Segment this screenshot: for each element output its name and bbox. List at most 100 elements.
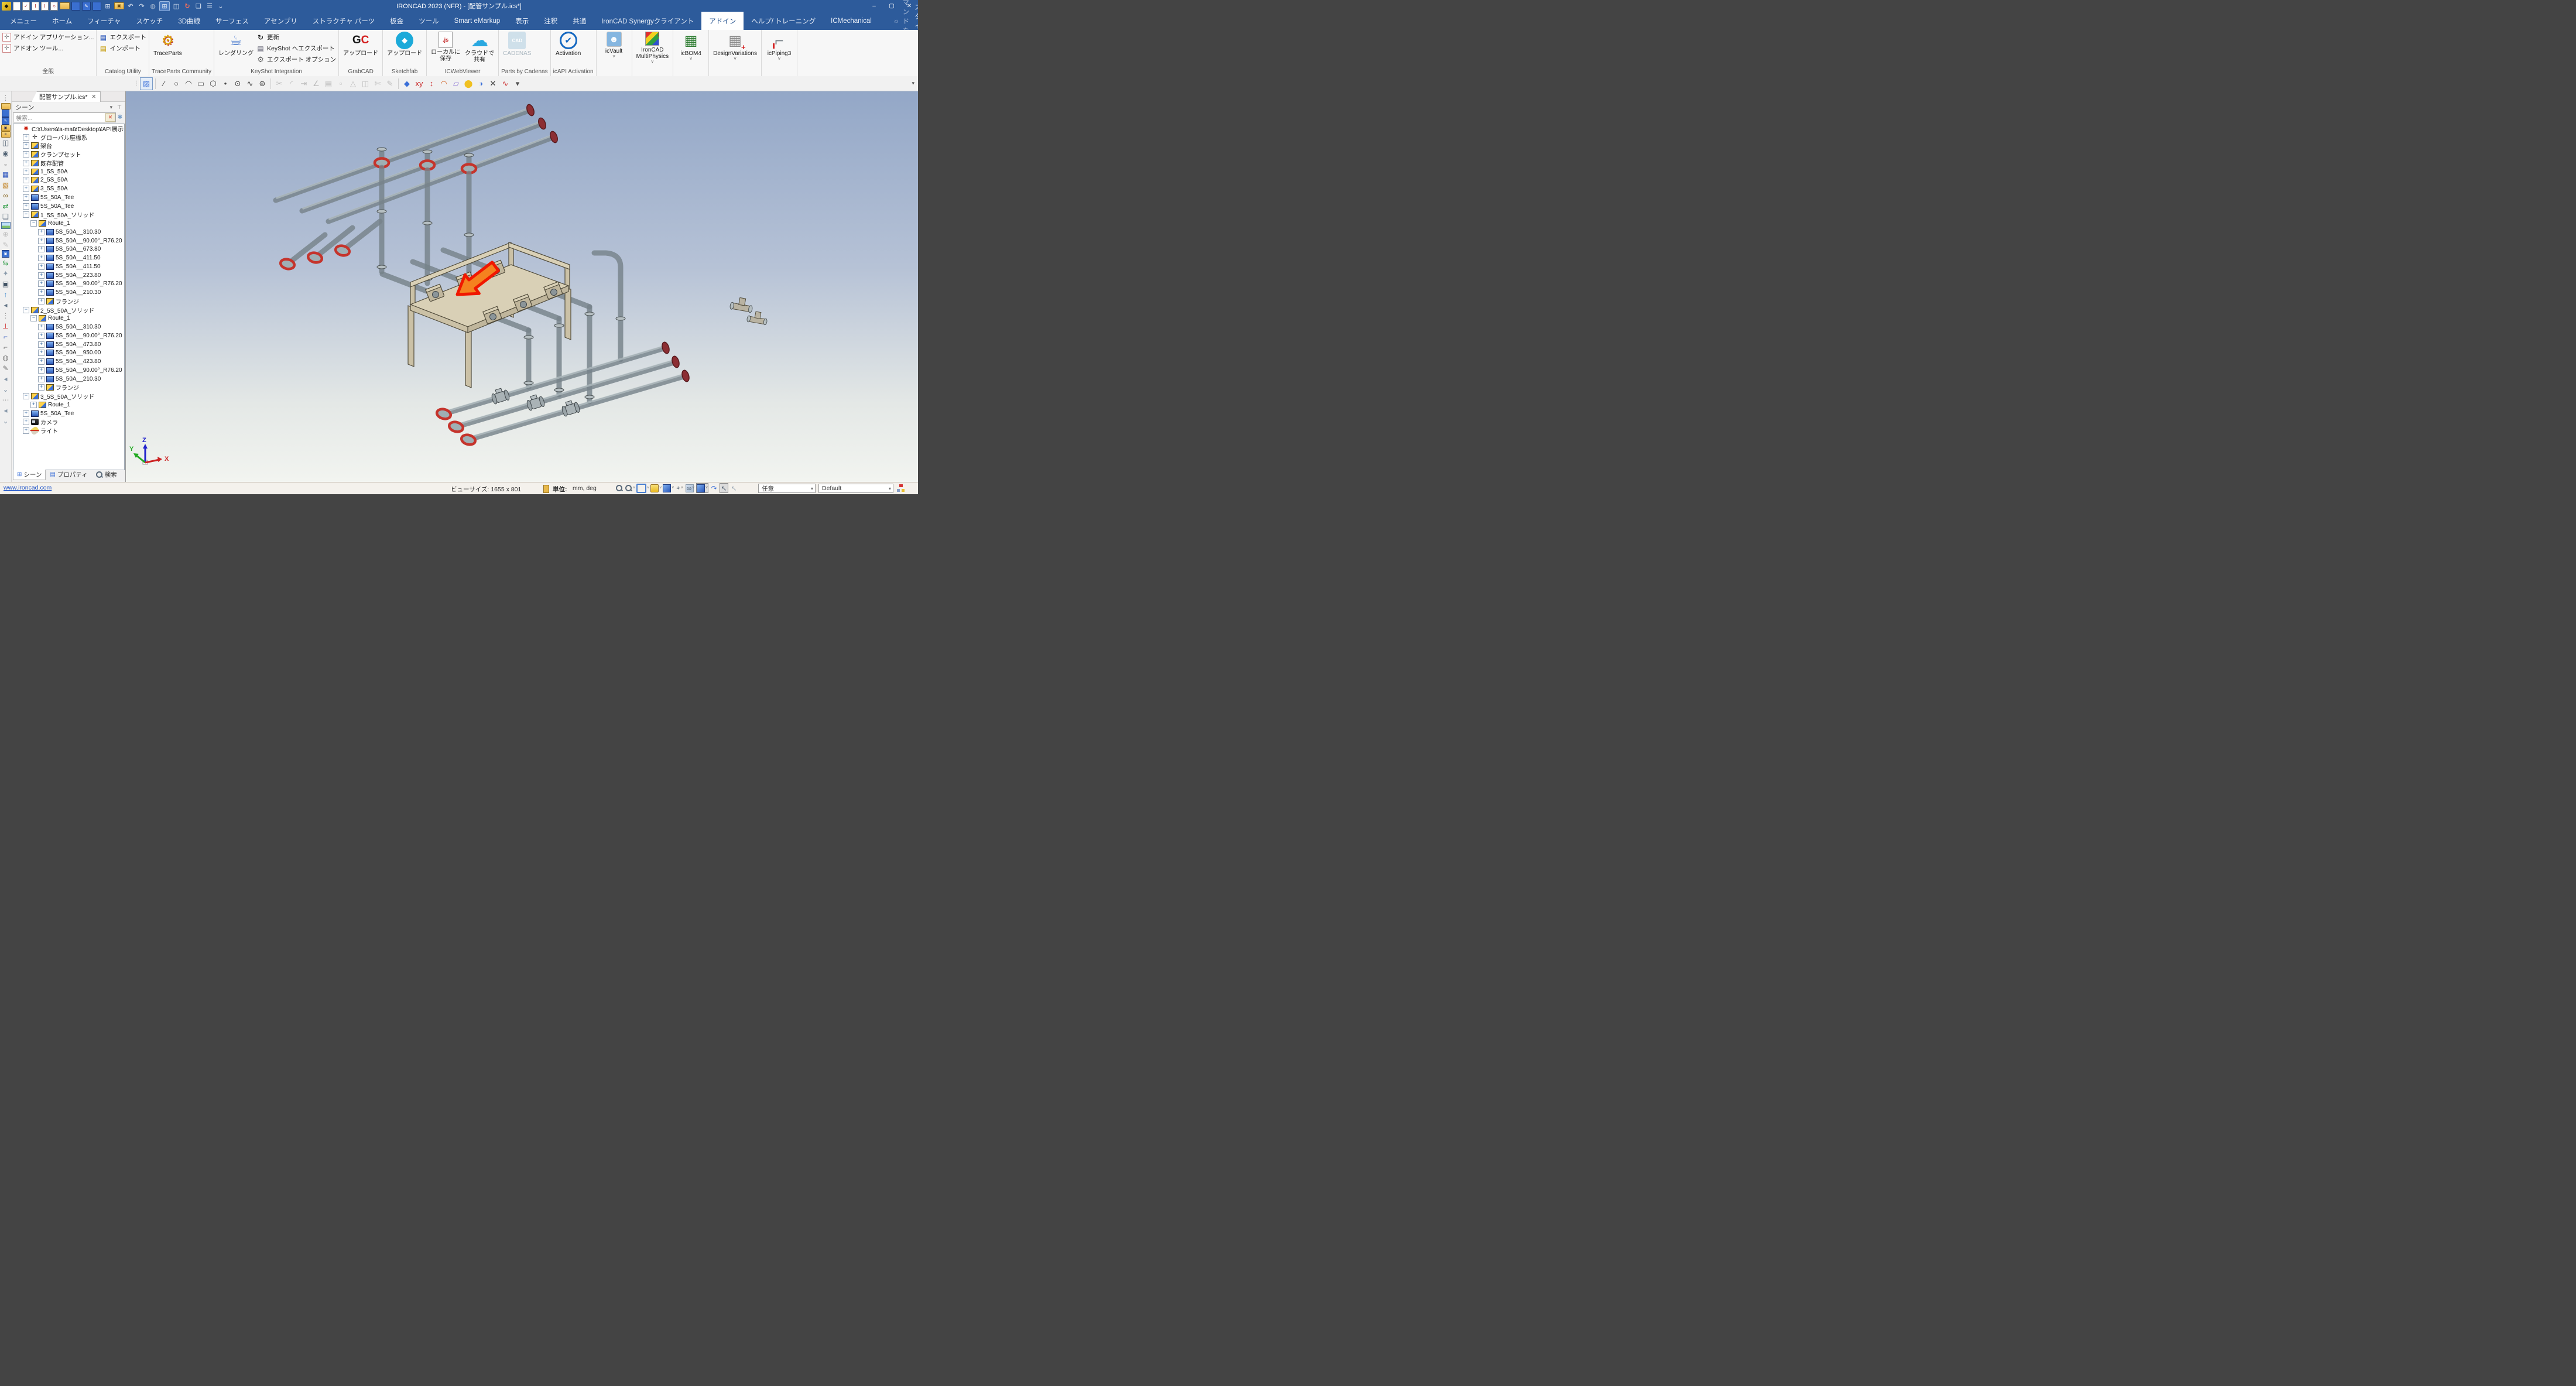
tree-item[interactable]: +1_5S_50A	[13, 167, 124, 176]
tree-expander[interactable]: −	[30, 220, 37, 227]
tree-expander[interactable]: +	[38, 350, 44, 356]
save-copy-icon[interactable]	[93, 2, 101, 11]
ribbon-tab[interactable]: フィーチャ	[80, 12, 128, 30]
tree-item[interactable]: +フランジ	[13, 384, 124, 392]
cylinder-tool-icon[interactable]: ⬤	[463, 78, 474, 90]
undo-icon[interactable]: ↶	[126, 2, 135, 11]
tree-expander[interactable]: −	[23, 307, 29, 313]
copy-style-icon[interactable]: ❏	[194, 2, 203, 11]
chevron-down-icon[interactable]: ˅	[778, 57, 781, 61]
ribbon-small-button[interactable]: ✛アドオン ツール...	[2, 43, 94, 53]
tree-expander[interactable]: +	[38, 298, 44, 304]
tree-expander[interactable]: +	[38, 272, 44, 279]
viewport-3d[interactable]: .pp{stroke:#76838a;stroke-width:9;stroke…	[125, 91, 918, 482]
tree-expander[interactable]: +	[38, 384, 44, 391]
tree-item[interactable]: −3_5S_50A_ソリッド	[13, 392, 124, 401]
restore-button[interactable]: ▢	[883, 0, 900, 12]
sync-update-icon[interactable]: ↻	[183, 2, 192, 11]
window-layout-icon[interactable]: ◫	[172, 2, 181, 11]
ls-report-doc-icon[interactable]: ❏	[1, 211, 11, 222]
panel-tab[interactable]: 検索	[92, 470, 121, 480]
tree-expander[interactable]: −	[23, 393, 29, 399]
tree-item[interactable]: +フランジ	[13, 297, 124, 306]
tree-expander[interactable]: +	[38, 324, 44, 330]
arc-tool-icon[interactable]: ◠	[183, 78, 194, 90]
ribbon-tab[interactable]: 注釈	[536, 12, 565, 30]
project-curve-icon[interactable]: ◆	[401, 78, 413, 90]
tree-item[interactable]: +カメラ	[13, 418, 124, 427]
ribbon-small-button[interactable]: ↻更新	[256, 32, 336, 42]
toolbar-overflow-icon[interactable]: ▾	[912, 80, 914, 87]
ironcad-logo-icon[interactable]: ◆	[2, 2, 11, 11]
add-part-icon[interactable]: ⊞	[103, 2, 112, 11]
equation-curve-icon[interactable]: xy	[413, 78, 425, 90]
property-list-icon[interactable]: ☰	[205, 2, 214, 11]
tree-expander[interactable]: +	[38, 229, 44, 235]
selection-filter-dropdown[interactable]: 任意 ▾	[758, 484, 816, 493]
edit-section-icon[interactable]: ▨	[140, 77, 153, 90]
ls-structure-up-icon[interactable]: ↑	[1, 289, 11, 300]
tree-item[interactable]: +ライト	[13, 426, 124, 435]
sketch-curve-icon[interactable]: ∿	[499, 78, 511, 90]
tree-expander[interactable]: +	[23, 203, 29, 210]
ls-save-as-icon[interactable]: ✎	[2, 117, 9, 125]
ellipse-tool-icon[interactable]: ⊙	[232, 78, 244, 90]
tree-item[interactable]: −1_5S_50A_ソリッド	[13, 211, 124, 220]
redo-icon[interactable]: ↷	[137, 2, 146, 11]
tree-item[interactable]: +5S_50A__310.30	[13, 228, 124, 237]
tree-expander[interactable]: +	[23, 410, 29, 417]
select-box-tool-icon[interactable]: ▫	[335, 78, 347, 90]
tree-item[interactable]: +5S_50A_Tee	[13, 202, 124, 211]
pen-tool-icon[interactable]: ✎	[384, 78, 396, 90]
tree-expander[interactable]: +	[38, 333, 44, 339]
tree-expander[interactable]: +	[38, 280, 44, 287]
new-document-icon[interactable]	[13, 2, 20, 11]
ribbon-tab[interactable]: ヘルプ/ トレーニング	[744, 12, 823, 30]
toolbar-overflow-icon[interactable]: ⌄	[216, 2, 225, 11]
ribbon-button[interactable]: ☁クラウドで 共有	[463, 31, 496, 64]
ribbon-tab[interactable]: Smart eMarkup	[447, 12, 508, 30]
tree-item[interactable]: +3_5S_50A	[13, 184, 124, 193]
ls-attach-icon[interactable]: ⊕	[1, 229, 11, 239]
tree-expander[interactable]: +	[23, 160, 29, 166]
tree-item[interactable]: +5S_50A__210.30	[13, 288, 124, 297]
ribbon-button[interactable]: GCアップロード	[341, 31, 380, 57]
tree-expander[interactable]: −	[23, 211, 29, 218]
trim-tool-icon[interactable]: ✂	[273, 78, 285, 90]
appearance-glasses-icon[interactable]: ∞˅	[686, 483, 695, 493]
chevron-down-icon[interactable]: ˅	[651, 60, 654, 64]
view-list-icon[interactable]: ˅	[636, 483, 649, 493]
ribbon-small-button[interactable]: ▤エクスポート	[99, 32, 146, 42]
document-close-icon[interactable]: ✕	[92, 94, 97, 100]
hierarchy-icon[interactable]	[897, 484, 905, 492]
fillet-tool-icon[interactable]: ◜	[286, 78, 297, 90]
open-folder-icon[interactable]	[60, 2, 70, 9]
ribbon-tab[interactable]: 3D曲線	[170, 12, 208, 30]
ls-bom-generate-icon[interactable]: ▧	[1, 180, 11, 190]
render-facet-icon[interactable]: ˅	[650, 483, 662, 493]
tree-expander[interactable]: +	[30, 402, 37, 408]
ls-nav-left-icon[interactable]: ◂	[1, 374, 11, 384]
search-highlight-icon[interactable]: ✱	[116, 114, 124, 121]
ironcad-link[interactable]: www.ironcad.com	[4, 484, 52, 491]
ls-nav-left2-icon[interactable]: ◂	[1, 405, 11, 416]
ribbon-tab[interactable]: ツール	[411, 12, 447, 30]
polygon-tool-icon[interactable]: ⬡	[207, 78, 219, 90]
panel-tab[interactable]: ⊞シーン	[13, 470, 46, 480]
extend-tool-icon[interactable]: ⇥	[298, 78, 310, 90]
delete-curve-icon[interactable]: ✕	[487, 78, 499, 90]
document-tab[interactable]: 配管サンプル.ics* ✕	[32, 91, 101, 102]
tree-expander[interactable]: +	[23, 419, 29, 425]
ls-collapse-left-icon[interactable]: ◂	[1, 300, 11, 310]
ribbon-button[interactable]: .jsローカルに 保存	[429, 31, 462, 63]
preview-doc-icon[interactable]: ○	[50, 2, 58, 11]
ls-export-folder-icon[interactable]: ✕	[1, 131, 11, 138]
ls-elbow-extract-icon[interactable]: ⌐	[1, 342, 11, 353]
line-tool-icon[interactable]: ∕	[158, 78, 170, 90]
ribbon-tab[interactable]: スケッチ	[128, 12, 170, 30]
camera-walk-icon[interactable]: ⌖˅	[675, 483, 684, 493]
tree-item[interactable]: +Route_1	[13, 401, 124, 409]
ls-exchange-parts-icon[interactable]: ⇆	[1, 258, 11, 268]
import-doc-icon[interactable]: I	[32, 2, 39, 11]
tree-expander[interactable]: +	[38, 376, 44, 382]
